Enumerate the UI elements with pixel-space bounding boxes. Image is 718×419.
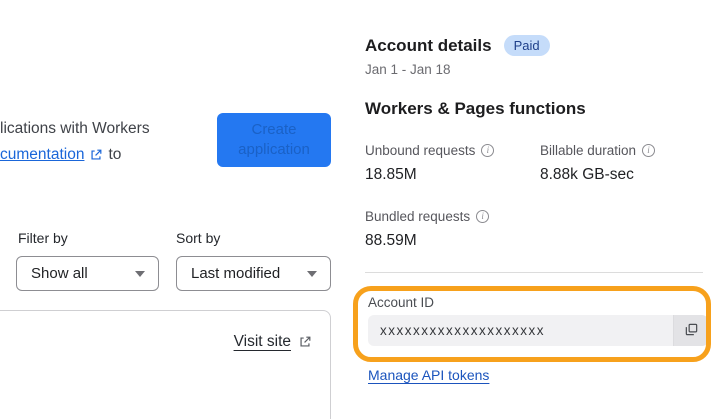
caret-down-icon [307, 270, 317, 277]
date-range: Jan 1 - Jan 18 [365, 62, 451, 77]
intro-suffix: to [108, 146, 122, 163]
stat-value: 18.85M [365, 166, 417, 183]
stat-value: 8.88k GB-sec [540, 166, 634, 183]
filter-by-label: Filter by [18, 230, 68, 246]
stat-value: 88.59M [365, 232, 417, 249]
stat-billable-duration: Billable duration i 8.88k GB-sec [540, 143, 656, 184]
intro-line-1: lications with Workers [0, 120, 150, 137]
sort-by-label: Sort by [176, 230, 221, 246]
filter-dropdown[interactable]: Show all [16, 256, 159, 291]
sort-dropdown-value: Last modified [191, 265, 281, 282]
sort-dropdown[interactable]: Last modified [176, 256, 331, 291]
filter-dropdown-value: Show all [31, 265, 88, 282]
manage-api-tokens-link[interactable]: Manage API tokens [368, 367, 489, 383]
create-application-button[interactable]: Create application [217, 113, 331, 167]
account-details-panel: Account details Paid Jan 1 - Jan 18 Work… [365, 0, 713, 419]
copy-icon [684, 322, 699, 340]
info-icon[interactable]: i [476, 210, 490, 223]
account-details-title: Account details [365, 35, 492, 55]
paid-badge: Paid [503, 35, 550, 56]
external-link-icon [298, 335, 312, 349]
stat-label: Billable duration [540, 143, 637, 158]
account-id-label: Account ID [368, 295, 435, 310]
caret-down-icon [135, 270, 145, 277]
project-card: Visit site [0, 310, 331, 419]
stat-unbound-requests: Unbound requests i 18.85M [365, 143, 495, 184]
visit-site-link[interactable]: Visit site [234, 333, 291, 351]
stat-label: Bundled requests [365, 209, 471, 224]
intro-text: lications with Workers cumentation to [0, 116, 150, 168]
external-link-icon [89, 148, 103, 162]
info-icon[interactable]: i [481, 144, 495, 157]
workers-pages-functions-title: Workers & Pages functions [365, 99, 586, 118]
stat-bundled-requests: Bundled requests i 88.59M [365, 209, 490, 250]
account-id-input[interactable] [368, 315, 673, 346]
divider [365, 272, 703, 273]
documentation-link[interactable]: cumentation [0, 142, 84, 168]
copy-button[interactable] [673, 315, 708, 346]
info-icon[interactable]: i [642, 144, 656, 157]
stat-label: Unbound requests [365, 143, 476, 158]
account-id-field-group [368, 315, 708, 346]
